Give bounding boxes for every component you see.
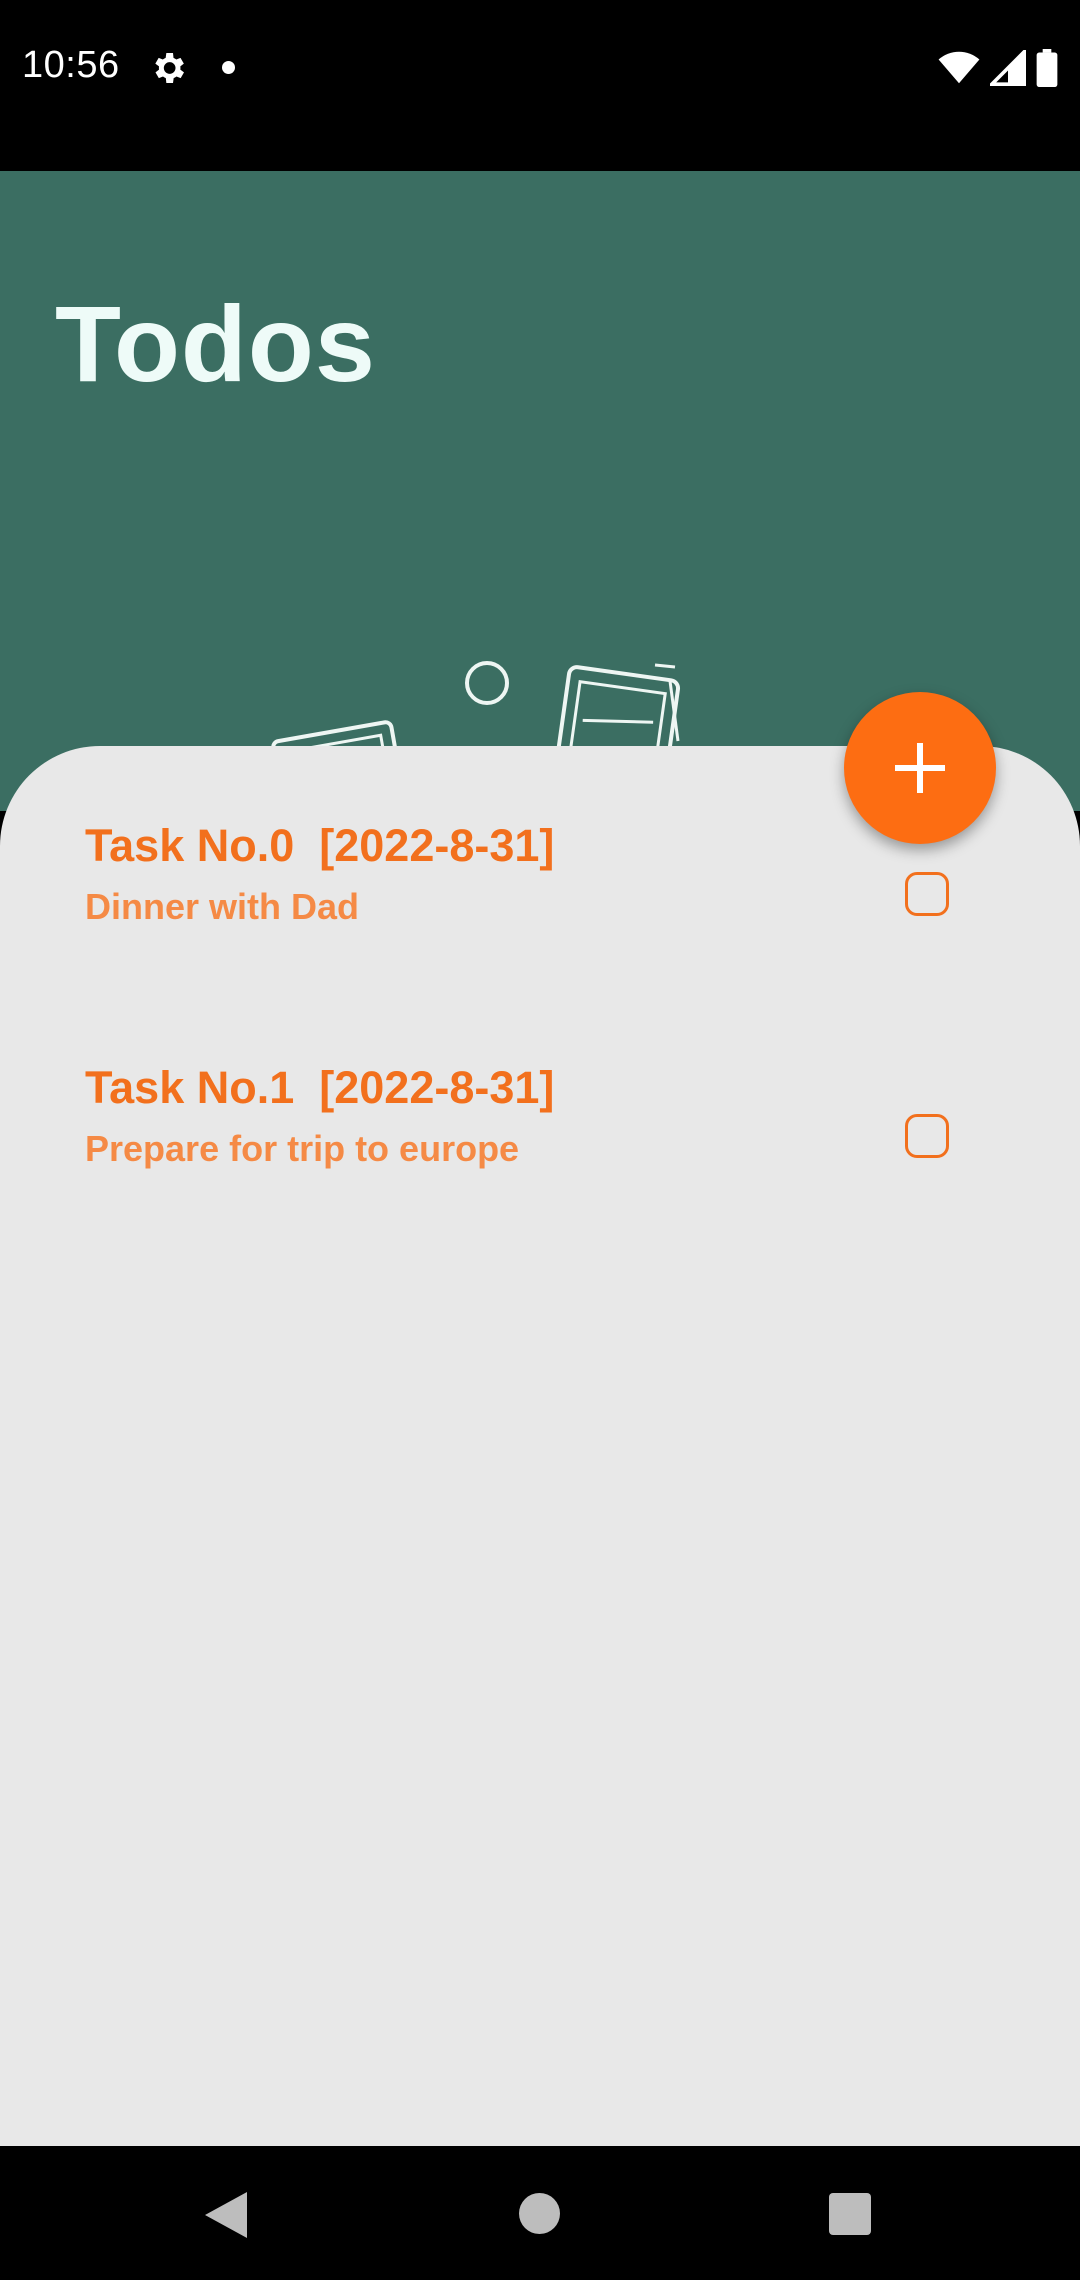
recents-icon[interactable]	[829, 2193, 871, 2235]
plus-icon	[895, 743, 945, 793]
navigation-bar	[0, 2146, 1080, 2280]
todo-title: Task No.0 [2022-8-31]	[85, 820, 555, 871]
status-time: 10:56	[22, 44, 120, 86]
todo-card: Task No.0 [2022-8-31] Dinner with Dad Ta…	[0, 746, 1080, 2146]
todo-checkbox[interactable]	[905, 1114, 949, 1158]
todo-item[interactable]: Task No.0 [2022-8-31] Dinner with Dad	[0, 820, 1080, 980]
gear-icon	[155, 53, 184, 83]
todo-title: Task No.1 [2022-8-31]	[85, 1062, 555, 1113]
status-icons	[938, 48, 1058, 88]
battery-icon	[1036, 49, 1058, 87]
notification-dot-icon	[222, 61, 235, 74]
todo-description: Prepare for trip to europe	[85, 1128, 520, 1169]
home-icon[interactable]	[519, 2193, 560, 2234]
todo-description: Dinner with Dad	[85, 886, 360, 927]
back-icon[interactable]	[205, 2192, 247, 2238]
todo-checkbox[interactable]	[905, 872, 949, 916]
status-bar: 10:56	[0, 0, 1080, 171]
app-screen: 10:56 Todos Task No.0 [2022-8-31] Dinner…	[0, 0, 1080, 2280]
page-title: Todos	[55, 283, 376, 404]
add-todo-button[interactable]	[844, 692, 996, 844]
todo-item[interactable]: Task No.1 [2022-8-31] Prepare for trip t…	[0, 1062, 1080, 1222]
wifi-icon	[938, 51, 980, 84]
signal-icon	[990, 50, 1026, 86]
